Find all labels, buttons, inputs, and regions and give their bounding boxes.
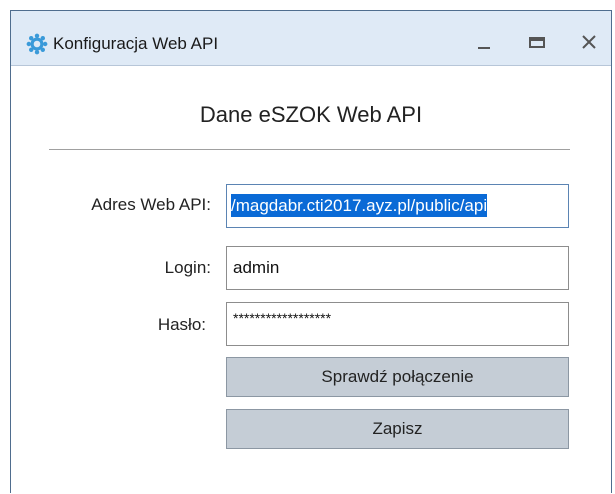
app-icon xyxy=(26,33,48,55)
api-address-value: /magdabr.cti2017.ayz.pl/public/api xyxy=(231,194,488,217)
minimize-icon xyxy=(478,47,490,49)
form-heading: Dane eSZOK Web API xyxy=(199,102,423,127)
api-address-input[interactable]: /magdabr.cti2017.ayz.pl/public/api xyxy=(226,184,569,228)
api-address-label: Adres Web API: xyxy=(91,195,211,214)
maximize-button[interactable] xyxy=(519,25,555,59)
maximize-icon xyxy=(529,37,545,48)
dialog-body: Dane eSZOK Web API Adres Web API: /magda… xyxy=(11,66,611,494)
password-label: Hasło: xyxy=(157,315,206,334)
close-button[interactable] xyxy=(571,25,607,59)
check-connection-button[interactable]: Sprawdź połączenie xyxy=(226,357,569,397)
password-input[interactable]: ****************** xyxy=(226,302,569,346)
window-title: Konfiguracja Web API xyxy=(53,34,219,53)
login-label: Login: xyxy=(164,258,211,277)
title-bar[interactable]: Konfiguracja Web API xyxy=(11,11,611,66)
close-icon xyxy=(582,35,596,49)
config-window: Konfiguracja Web API Dane eSZOK Web API … xyxy=(10,10,612,494)
save-button[interactable]: Zapisz xyxy=(226,409,569,449)
login-input[interactable]: admin xyxy=(226,246,569,290)
minimize-button[interactable] xyxy=(466,25,502,59)
heading-separator xyxy=(49,149,570,150)
